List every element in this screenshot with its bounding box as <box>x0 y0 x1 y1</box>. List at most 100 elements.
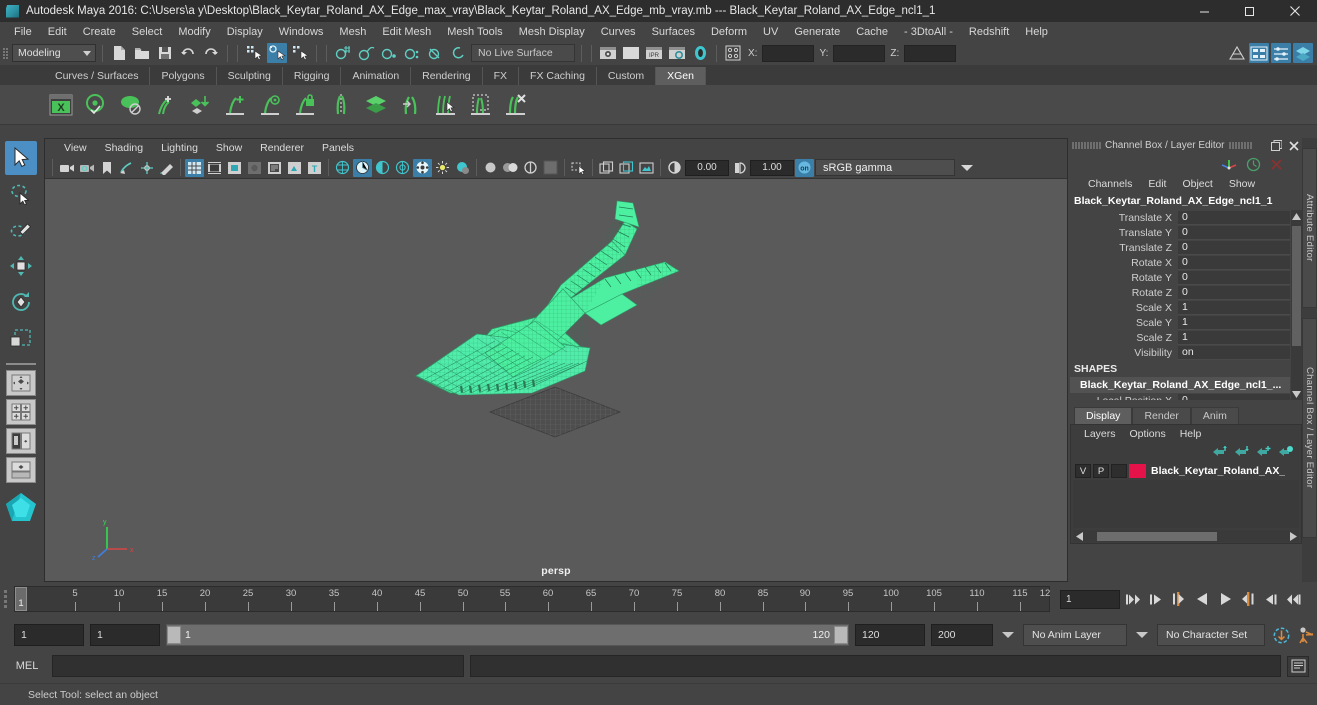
time-slider-grip[interactable] <box>0 586 14 612</box>
shadows-icon[interactable] <box>433 159 452 177</box>
shelf-tab-xgen[interactable]: XGen <box>656 67 706 85</box>
bookmark-icon[interactable] <box>97 159 116 177</box>
go-to-start-icon[interactable] <box>1123 589 1143 609</box>
channel-box-menu-show[interactable]: Show <box>1221 177 1263 191</box>
viewport-menu-panels[interactable]: Panels <box>313 141 363 155</box>
show-modeling-toolkit-button[interactable] <box>1227 43 1247 63</box>
menu-3dtoall[interactable]: - 3DtoAll - <box>896 24 961 40</box>
scroll-down-arrow-icon[interactable] <box>1291 388 1302 400</box>
attribute-value[interactable]: 0 <box>1178 393 1290 400</box>
motion-blur-icon[interactable] <box>481 159 500 177</box>
step-back-keyframe-icon[interactable] <box>1146 589 1166 609</box>
command-input-field[interactable] <box>52 655 464 677</box>
hardware-texturing-icon[interactable] <box>393 159 412 177</box>
range-end-handle[interactable] <box>834 626 848 644</box>
panel-grip-left[interactable] <box>1072 142 1101 149</box>
paint-select-tool[interactable] <box>5 213 37 247</box>
new-scene-button[interactable] <box>109 43 129 63</box>
shelf-tab-bar[interactable]: Curves / Surfaces Polygons Sculpting Rig… <box>0 65 1317 85</box>
save-scene-button[interactable] <box>155 43 175 63</box>
shelf-tab-fx-caching[interactable]: FX Caching <box>519 67 597 85</box>
gamma-icon[interactable] <box>730 159 749 177</box>
wireframe-shading-icon[interactable] <box>333 159 352 177</box>
layer-tab-display[interactable]: Display <box>1074 407 1133 424</box>
film-gate-overlay-icon[interactable] <box>265 159 284 177</box>
anim-layer-chevron-icon[interactable] <box>999 624 1017 646</box>
anim-start-time-field[interactable]: 1 <box>14 624 84 646</box>
current-frame-field[interactable]: 1 <box>1060 589 1120 609</box>
xgen-part-icon[interactable] <box>324 88 357 121</box>
animation-preferences-icon[interactable] <box>1297 625 1317 645</box>
select-camera-icon[interactable] <box>57 159 76 177</box>
shelf-tab-curves-surfaces[interactable]: Curves / Surfaces <box>44 67 151 85</box>
xray-icon[interactable] <box>285 159 304 177</box>
layer-new-icon[interactable] <box>1278 445 1293 458</box>
menu-generate[interactable]: Generate <box>786 24 848 40</box>
four-pane-layout-button[interactable] <box>6 399 36 425</box>
channel-box-menu-edit[interactable]: Edit <box>1140 177 1174 191</box>
two-d-pan-zoom-icon[interactable] <box>137 159 156 177</box>
multisample-aa-icon[interactable] <box>501 159 520 177</box>
play-backwards-icon[interactable] <box>1192 589 1212 609</box>
menu-set-selector[interactable]: Modeling <box>12 44 96 62</box>
layer-add-icon[interactable] <box>1256 445 1271 458</box>
layer-move-down-icon[interactable] <box>1234 445 1249 458</box>
main-menu-bar[interactable]: File Edit Create Select Modify Display W… <box>0 22 1317 41</box>
channel-box-attribute-list[interactable]: Translate X 0 Translate Y 0 Translate Z … <box>1070 210 1302 400</box>
coord-z-input[interactable] <box>904 44 957 62</box>
viewport-menu-renderer[interactable]: Renderer <box>251 141 313 155</box>
open-scene-button[interactable] <box>132 43 152 63</box>
select-by-hierarchy-button[interactable] <box>244 43 264 63</box>
auto-keyframe-icon[interactable] <box>1271 625 1291 645</box>
resolution-gate-icon[interactable] <box>225 159 244 177</box>
chevron-down-icon[interactable] <box>956 159 978 176</box>
text-overlay-icon[interactable]: T <box>305 159 324 177</box>
menu-windows[interactable]: Windows <box>271 24 332 40</box>
attribute-row[interactable]: Rotate Z 0 <box>1070 285 1290 300</box>
select-tool[interactable] <box>5 141 37 175</box>
channel-box-scrollbar[interactable] <box>1291 210 1302 400</box>
layer-editor-menu-bar[interactable]: Layers Options Help <box>1071 425 1301 442</box>
minimize-button[interactable] <box>1182 0 1227 22</box>
vertical-tab-attribute-editor[interactable]: Attribute Editor <box>1302 148 1317 308</box>
snapshot-panel-icon[interactable] <box>637 159 656 177</box>
character-set-selector[interactable]: No Character Set <box>1157 624 1265 646</box>
lasso-select-tool[interactable] <box>5 177 37 211</box>
range-end-time-field[interactable]: 120 <box>855 624 925 646</box>
close-button[interactable] <box>1272 0 1317 22</box>
attribute-row[interactable]: Translate X 0 <box>1070 210 1290 225</box>
make-live-button[interactable] <box>448 43 468 63</box>
hscrollbar-thumb[interactable] <box>1097 531 1217 541</box>
exposure-value[interactable]: 0.00 <box>685 159 729 176</box>
color-management-toggle-icon[interactable]: on <box>795 158 814 177</box>
channel-box-menu-bar[interactable]: Channels Edit Object Show <box>1070 175 1302 193</box>
statusline-grip[interactable] <box>2 44 9 62</box>
panel-grip-right[interactable] <box>1228 142 1252 149</box>
command-response-field[interactable] <box>470 655 1281 677</box>
layer-display-type-toggle[interactable] <box>1111 464 1127 478</box>
xgen-eye-icon[interactable] <box>254 88 287 121</box>
anim-end-time-field[interactable]: 200 <box>931 624 993 646</box>
grid-toggle-icon[interactable] <box>185 158 204 177</box>
select-by-component-type-button[interactable] <box>290 43 310 63</box>
scroll-right-arrow-icon[interactable] <box>1287 531 1299 541</box>
single-pane-layout-button[interactable] <box>6 370 36 396</box>
panel-undock-button[interactable] <box>1270 139 1283 152</box>
layer-list[interactable]: V P Black_Keytar_Roland_AX_ <box>1073 462 1299 528</box>
layer-visibility-toggle[interactable]: V <box>1075 464 1091 478</box>
shape-attribute-row[interactable]: Local Position X 0 <box>1070 393 1290 400</box>
layer-tab-anim[interactable]: Anim <box>1190 407 1239 424</box>
attribute-value[interactable]: 0 <box>1178 255 1290 270</box>
menu-modify[interactable]: Modify <box>170 24 218 40</box>
menu-cache[interactable]: Cache <box>848 24 896 40</box>
redo-button[interactable] <box>201 43 221 63</box>
snap-to-curve-button[interactable] <box>356 43 376 63</box>
attribute-row[interactable]: Scale X 1 <box>1070 300 1290 315</box>
outliner-persp-layout-button[interactable] <box>6 428 36 454</box>
layer-menu-help[interactable]: Help <box>1173 427 1209 441</box>
gate-mask-icon[interactable] <box>245 159 264 177</box>
xgen-guide-icon[interactable] <box>114 88 147 121</box>
shelf-tab-rendering[interactable]: Rendering <box>411 67 483 85</box>
layer-name[interactable]: Black_Keytar_Roland_AX_ <box>1148 465 1285 477</box>
attribute-value[interactable]: 1 <box>1178 300 1290 315</box>
